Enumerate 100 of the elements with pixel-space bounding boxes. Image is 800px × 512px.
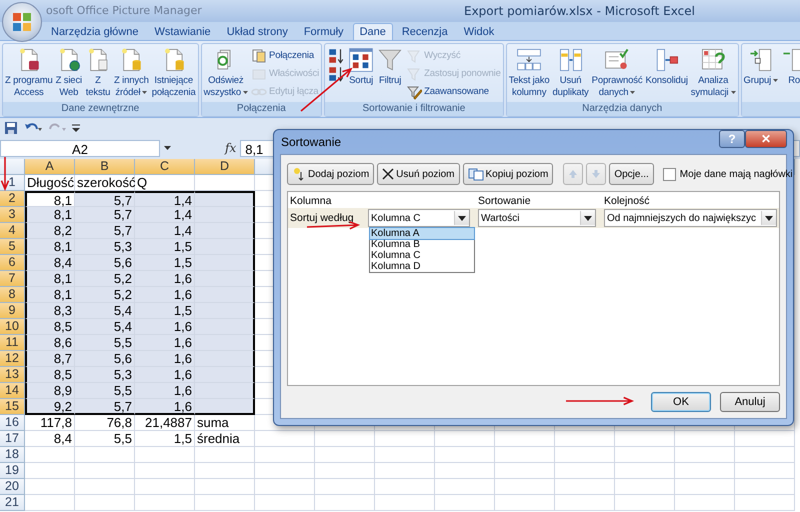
dropdown[interactable]: Kolumna C [368,209,470,227]
ribbon-button[interactable]: Odśwież wszystko [202,46,250,100]
row-header[interactable]: 20 [0,479,25,495]
table-cell: 8,5 [25,319,75,335]
empty-cell [315,479,375,495]
row-header[interactable]: 4 [0,223,25,239]
ribbon-tab[interactable]: Formuły [296,23,351,40]
row-header[interactable]: 11 [0,335,25,351]
empty-cell [255,479,315,495]
row-header[interactable]: 19 [0,463,25,479]
row-header[interactable]: 7 [0,271,25,287]
row-header[interactable]: 9 [0,303,25,319]
row-header[interactable]: 17 [0,431,25,447]
table-cell: 8,4 [25,255,75,271]
select-all-button[interactable] [0,159,25,175]
caret-icon[interactable] [164,146,171,150]
dropdown-option[interactable]: Kolumna C [370,250,474,261]
save-icon[interactable] [4,121,18,135]
empty-cell [255,431,315,447]
dropdown-option[interactable]: Kolumna B [370,239,474,250]
add-level-button[interactable]: Dodaj poziom [287,163,374,185]
empty-cell [195,447,255,463]
ok-button[interactable]: OK [651,392,711,412]
ribbon-button[interactable]: Ro [780,46,800,88]
dropdown-option[interactable]: Kolumna A [370,228,474,239]
cancel-button[interactable]: Anuluj [720,392,780,412]
ribbon-button[interactable]: Poprawność danych [590,46,644,100]
checkbox[interactable] [662,168,676,180]
ribbon-button[interactable]: Konsoliduj [644,46,689,88]
table-cell: suma [195,415,255,431]
ribbon-button[interactable]: Sortuj [347,46,376,88]
dropdown[interactable]: Wartości [478,209,596,227]
column-header[interactable]: C [135,159,195,175]
ribbon-button[interactable]: Z sieci Web [54,46,84,100]
ribbon-tab[interactable]: Wstawianie [147,23,218,40]
ribbon-button[interactable]: Filtruj [376,46,404,88]
table-cell: 5,4 [75,319,135,335]
table-cell: 5,3 [75,367,135,383]
funnel-icon [377,47,404,73]
column-heading: Sortowanie [478,195,532,207]
table-cell: 1,5 [135,255,195,271]
group-icon [748,47,774,73]
ribbon-tab[interactable]: Recenzja [394,23,455,40]
options-button[interactable]: Opcje... [609,163,654,185]
row-header[interactable]: 5 [0,239,25,255]
row-header[interactable]: 21 [0,495,25,511]
row-header[interactable]: 3 [0,207,25,223]
dropdown-option[interactable]: Kolumna D [370,261,474,272]
sort-icon [348,47,374,73]
empty-cell [495,431,555,447]
table-cell: 8,6 [25,335,75,351]
table-cell: 1,6 [135,399,195,415]
ribbon-tab[interactable]: Widok [456,23,502,40]
ribbon-tab[interactable]: Dane [352,23,393,40]
customize-icon[interactable] [72,123,80,133]
row-header[interactable]: 16 [0,415,25,431]
table-cell: 5,7 [75,223,135,239]
column-header[interactable]: A [25,159,75,175]
ribbon-button[interactable]: Istniejące połączenia [150,46,197,100]
ribbon-tab[interactable]: Układ strony [220,23,295,40]
name-box[interactable]: A2 [0,140,160,156]
row-header[interactable]: 14 [0,383,25,399]
group-label: Połączenia [202,102,322,116]
empty-cell [75,447,135,463]
row-header[interactable]: 2 [0,191,25,207]
row-header[interactable]: 13 [0,367,25,383]
delete-level-button[interactable]: Usuń poziom [377,163,460,185]
row-header[interactable]: 15 [0,399,25,415]
row-header[interactable]: 8 [0,287,25,303]
table-cell: 1,5 [135,239,195,255]
row-header[interactable]: 12 [0,351,25,367]
table-cell: 8,2 [25,223,75,239]
ribbon-button[interactable]: Połączenia [250,47,320,64]
column-header[interactable]: B [75,159,135,175]
ribbon-button[interactable]: Tekst jako kolumny [508,46,551,100]
office-button[interactable] [2,2,42,42]
ribbon-button[interactable]: Z tekstu [84,46,112,100]
row-header[interactable]: 6 [0,255,25,271]
copy-icon [468,168,484,180]
table-cell: 1,4 [135,207,195,223]
ribbon-button[interactable]: Usuń duplikaty [552,46,590,100]
empty-cell [735,463,795,479]
ribbon-button[interactable]: Zaawansowane [405,83,502,100]
row-header[interactable]: 18 [0,447,25,463]
ribbon-tab[interactable]: Narzędzia główne [44,23,146,40]
function-button[interactable]: fx [225,141,236,155]
empty-cell [315,447,375,463]
column-heading: Kolejność [604,195,651,207]
down-arrow-icon [591,169,602,179]
copy-level-button[interactable]: Kopiuj poziom [462,163,554,185]
table-cell: 5,6 [75,351,135,367]
dropdown[interactable]: Od najmniejszych do największyc [604,209,777,227]
column-header[interactable]: D [195,159,255,175]
ribbon-button[interactable]: Z programu Access [4,46,54,100]
ribbon-button[interactable]: Grupuj [742,46,780,88]
empty-cell [195,479,255,495]
ribbon-button[interactable]: Z innych źródeł [113,46,150,100]
table-cell: 8,3 [25,303,75,319]
row-header[interactable]: 10 [0,319,25,335]
ribbon-button[interactable]: Analiza symulacji [690,46,737,100]
